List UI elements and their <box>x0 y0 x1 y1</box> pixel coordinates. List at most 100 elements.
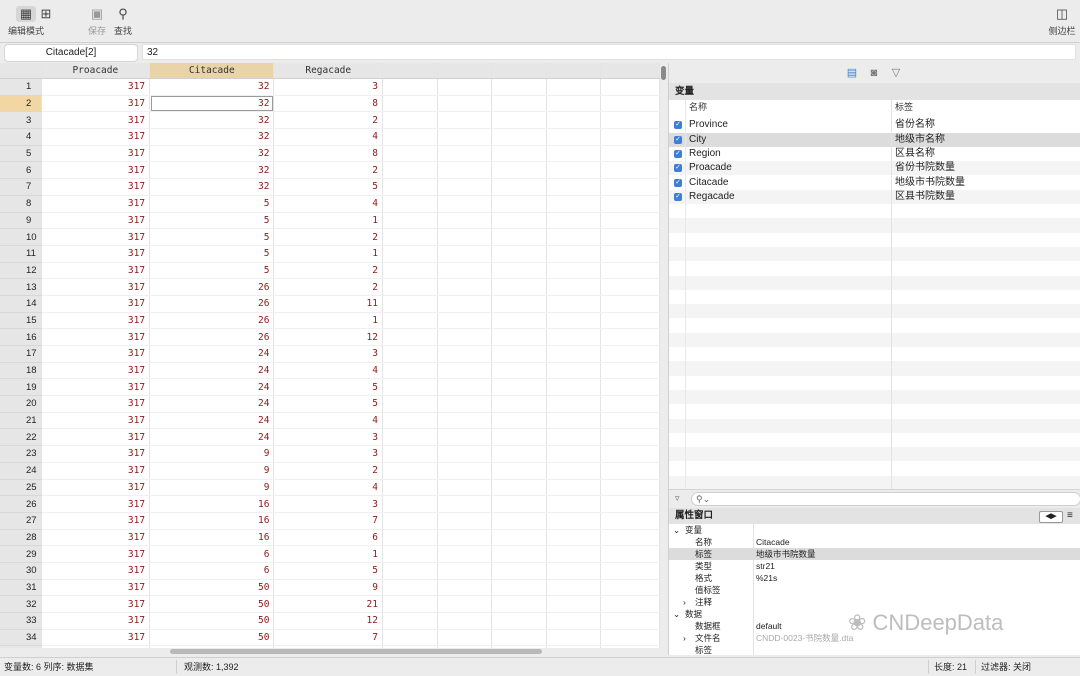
empty-cell[interactable] <box>382 212 438 230</box>
cell-regacade[interactable]: 3 <box>273 428 383 447</box>
empty-cell[interactable] <box>382 278 438 296</box>
empty-cell[interactable] <box>600 428 660 447</box>
empty-cell[interactable] <box>437 95 493 113</box>
empty-cell[interactable] <box>546 612 602 630</box>
browse-button[interactable]: ⊞ <box>24 6 68 24</box>
variable-row[interactable]: ✓ Regacade 区县书院数量 <box>669 189 1080 205</box>
cell-proacade[interactable]: 317 <box>41 545 151 563</box>
cell-citacade[interactable]: 5 <box>149 228 275 246</box>
empty-cell[interactable] <box>546 395 602 413</box>
property-row[interactable]: › 注释 <box>669 596 1080 608</box>
sidebar-button[interactable]: ◫ 侧边栏 <box>1040 6 1080 37</box>
cell-proacade[interactable]: 317 <box>41 295 151 313</box>
cell-proacade[interactable]: 317 <box>41 629 151 647</box>
empty-cell[interactable] <box>546 345 602 363</box>
cell-citacade[interactable]: 5 <box>149 245 275 263</box>
empty-cell[interactable] <box>600 78 660 96</box>
empty-cell[interactable] <box>491 512 547 530</box>
table-row[interactable]: 8 317 5 4 <box>0 195 660 213</box>
label-column-header[interactable]: 标签 <box>895 100 913 114</box>
empty-cell[interactable] <box>437 462 493 480</box>
checkbox[interactable]: ✓ <box>674 149 682 158</box>
cell-proacade[interactable]: 317 <box>41 95 151 113</box>
row-number[interactable]: 25 <box>0 479 42 497</box>
empty-cell[interactable] <box>437 111 493 130</box>
empty-cell[interactable] <box>600 512 660 530</box>
cell-citacade[interactable]: 5 <box>149 262 275 280</box>
empty-cell[interactable] <box>491 262 547 280</box>
empty-cell[interactable] <box>546 495 602 513</box>
cell-regacade[interactable]: 7 <box>273 512 383 530</box>
empty-cell[interactable] <box>382 195 438 213</box>
row-number[interactable]: 11 <box>0 245 42 263</box>
empty-cell[interactable] <box>491 612 547 630</box>
snapshot-icon[interactable]: ◙ <box>867 66 881 80</box>
empty-cell[interactable] <box>491 111 547 130</box>
cell-citacade[interactable]: 32 <box>149 178 275 196</box>
empty-cell[interactable] <box>546 212 602 230</box>
empty-cell[interactable] <box>546 178 602 196</box>
column-header[interactable]: Regacade <box>273 63 383 79</box>
empty-cell[interactable] <box>437 512 493 530</box>
cell-citacade[interactable]: 26 <box>149 312 275 330</box>
cell-proacade[interactable]: 317 <box>41 328 151 346</box>
cell-citacade[interactable]: 50 <box>149 595 275 613</box>
variables-icon[interactable]: ▤ <box>845 66 859 80</box>
cell-citacade[interactable]: 24 <box>149 345 275 363</box>
checkbox[interactable]: ✓ <box>674 135 682 144</box>
cell-proacade[interactable]: 317 <box>41 145 151 163</box>
empty-cell[interactable] <box>382 612 438 630</box>
cell-regacade[interactable]: 5 <box>273 378 383 397</box>
row-number[interactable]: 4 <box>0 128 42 146</box>
empty-cell[interactable] <box>491 479 547 497</box>
name-column-header[interactable]: 名称 <box>689 100 707 114</box>
empty-cell[interactable] <box>546 161 602 180</box>
cell-proacade[interactable]: 317 <box>41 462 151 480</box>
table-row[interactable]: 28 317 16 6 <box>0 529 660 547</box>
table-row[interactable]: 10 317 5 2 <box>0 228 660 246</box>
vertical-scrollbar[interactable] <box>661 66 666 80</box>
empty-cell[interactable] <box>382 595 438 613</box>
empty-cell[interactable] <box>491 362 547 380</box>
cell-regacade[interactable]: 8 <box>273 95 383 113</box>
empty-cell[interactable] <box>437 395 493 413</box>
cell-citacade[interactable]: 32 <box>149 78 275 96</box>
cell-citacade[interactable]: 16 <box>149 495 275 513</box>
table-row[interactable]: 15 317 26 1 <box>0 312 660 330</box>
empty-cell[interactable] <box>491 428 547 447</box>
empty-cell[interactable] <box>546 95 602 113</box>
variable-row[interactable]: ✓ Proacade 省份书院数量 <box>669 161 1080 176</box>
empty-cell[interactable] <box>546 328 602 346</box>
cell-proacade[interactable]: 317 <box>41 595 151 613</box>
cell-regacade[interactable]: 1 <box>273 245 383 263</box>
cell-citacade[interactable]: 26 <box>149 328 275 346</box>
empty-cell[interactable] <box>546 479 602 497</box>
table-row[interactable]: 35317501 <box>0 645 660 648</box>
empty-cell[interactable] <box>546 145 602 163</box>
empty-cell[interactable] <box>491 529 547 547</box>
empty-cell[interactable] <box>437 378 493 397</box>
empty-cell[interactable] <box>491 378 547 397</box>
empty-cell[interactable] <box>437 295 493 313</box>
cell-regacade[interactable]: 9 <box>273 579 383 597</box>
row-number[interactable]: 31 <box>0 579 42 597</box>
row-number[interactable]: 24 <box>0 462 42 480</box>
empty-cell[interactable] <box>491 245 547 263</box>
empty-cell[interactable] <box>382 145 438 163</box>
cell-regacade[interactable]: 7 <box>273 629 383 647</box>
empty-cell[interactable] <box>546 111 602 130</box>
empty-cell[interactable] <box>382 295 438 313</box>
cell-proacade[interactable]: 317 <box>41 111 151 130</box>
empty-cell[interactable] <box>491 312 547 330</box>
cell-proacade[interactable]: 317 <box>41 395 151 413</box>
empty-cell[interactable] <box>600 645 660 648</box>
table-row[interactable]: 22 317 24 3 <box>0 428 660 447</box>
row-number[interactable]: 29 <box>0 545 42 563</box>
row-number[interactable]: 3 <box>0 111 42 130</box>
empty-cell[interactable] <box>491 228 547 246</box>
table-row[interactable]: 33 317 50 12 <box>0 612 660 630</box>
row-number[interactable]: 23 <box>0 445 42 463</box>
row-number[interactable]: 28 <box>0 529 42 547</box>
cell-citacade[interactable]: 32 <box>149 128 275 146</box>
empty-cell[interactable] <box>382 378 438 397</box>
